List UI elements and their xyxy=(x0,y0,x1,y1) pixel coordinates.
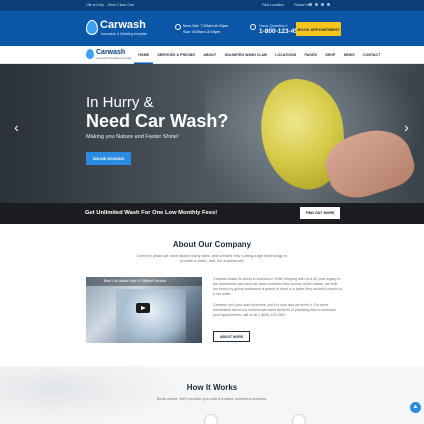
clock-icon xyxy=(175,24,181,30)
how-background-image xyxy=(0,366,180,424)
brand-title[interactable]: Carwash xyxy=(100,19,146,31)
how-subtitle: Book online. We'll provide you with a tr… xyxy=(156,396,268,401)
nav-item-locations[interactable]: LOCATIONS xyxy=(271,46,300,64)
play-icon[interactable] xyxy=(136,303,150,313)
find-out-more-button[interactable]: FIND OUT MORE xyxy=(300,207,340,219)
nav-item-pages[interactable]: PAGES xyxy=(300,46,321,64)
how-title: How It Works xyxy=(186,383,238,392)
hours-sunday: Sun: 8:00am-3:00pm xyxy=(183,28,221,34)
nav-item-about[interactable]: ABOUT xyxy=(199,46,220,64)
slider-next-arrow-icon[interactable]: › xyxy=(402,120,411,134)
nav-menu: HOME SERVICES & PRICING ABOUT UNLIMITED … xyxy=(134,46,384,64)
about-title: About Our Company xyxy=(172,240,252,249)
nav-item-contact[interactable]: CONTACT xyxy=(359,46,385,64)
twitter-icon[interactable] xyxy=(315,3,318,6)
hours-weekdays: Mon-Sat: 7:00am-6:00pm xyxy=(183,23,229,28)
step-icon xyxy=(204,414,218,424)
instagram-icon[interactable] xyxy=(321,3,324,6)
nav-brand-subtitle: Autowash & Detailing template xyxy=(96,57,132,60)
nav-item-home[interactable]: HOME xyxy=(134,46,153,64)
brand-subtitle: Autowash & Detailing template xyxy=(101,32,148,36)
main-header: Carwash Autowash & Detailing template Mo… xyxy=(0,11,424,46)
slider-prev-arrow-icon[interactable]: ‹ xyxy=(12,120,21,134)
online-booking-button[interactable]: ONLINE BOOKING xyxy=(86,152,131,165)
nav-item-shop[interactable]: SHOP xyxy=(321,46,340,64)
main-nav: Carwash Autowash & Detailing template HO… xyxy=(0,46,424,64)
facebook-icon[interactable] xyxy=(309,3,312,6)
nav-logo-icon[interactable] xyxy=(86,49,94,59)
about-paragraph-2: Carwash isn't your start business, but i… xyxy=(213,303,336,317)
book-appointment-button[interactable]: BOOK APPOINTMENT xyxy=(296,22,341,36)
logo-drop-icon[interactable] xyxy=(86,20,98,35)
video-thumbnail-image xyxy=(116,289,186,343)
nav-item-services[interactable]: SERVICES & PRICING xyxy=(153,46,199,64)
promo-text: Get Unlimited Wash For One Low Monthly F… xyxy=(85,210,218,216)
video-title[interactable]: Best Car Wash Fast & Efficient Service xyxy=(104,279,166,283)
hero-heading-line2: Need Car Wash? xyxy=(86,111,229,131)
phone-icon xyxy=(250,24,256,30)
hero-slider xyxy=(0,64,424,203)
follow-us-label: Follow Us xyxy=(294,3,310,7)
scroll-to-top-icon[interactable]: ▲ xyxy=(410,402,421,413)
top-bar: Life is Dirty ...Drive Clean Car! Find L… xyxy=(0,0,424,11)
promo-strip: Get Unlimited Wash For One Low Monthly F… xyxy=(0,203,424,224)
nav-item-wash-club[interactable]: UNLIMITED WASH CLUB xyxy=(220,46,271,64)
about-intro: Over the years we have added many sites,… xyxy=(136,253,288,263)
top-tagline: Life is Dirty ...Drive Clean Car! xyxy=(86,3,135,7)
hero-heading-line1: In Hurry & xyxy=(86,94,154,111)
step-icon xyxy=(292,414,306,424)
about-paragraph-1: Carwash made its debut in America in 199… xyxy=(213,277,343,296)
nav-brand-title[interactable]: Carwash xyxy=(96,49,125,56)
youtube-icon[interactable] xyxy=(327,3,330,6)
hero-tagline: Making you Nature and Faster Shine! xyxy=(86,134,179,140)
opening-hours: Mon-Sat: 7:00am-6:00pm Sun: 8:00am-3:00p… xyxy=(183,23,228,34)
about-more-button[interactable]: ABOUT MORE xyxy=(213,331,250,342)
nav-item-news[interactable]: NEWS xyxy=(340,46,359,64)
find-location-link[interactable]: Find Location xyxy=(262,3,284,7)
social-links xyxy=(309,3,330,6)
